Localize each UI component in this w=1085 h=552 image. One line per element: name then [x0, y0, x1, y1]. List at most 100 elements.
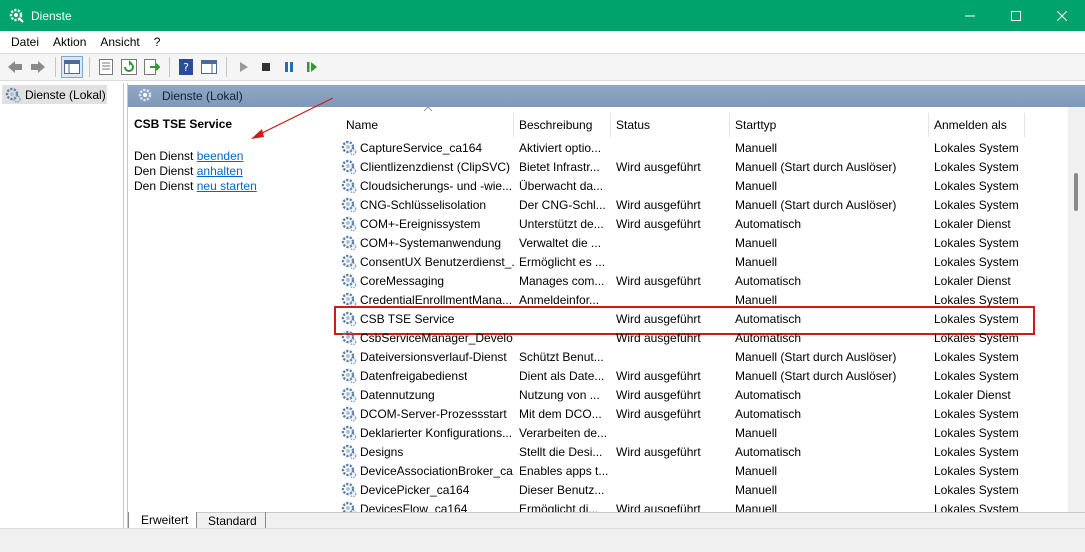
service-gear-icon: [341, 444, 357, 459]
menu-datei[interactable]: Datei: [4, 35, 46, 49]
pause-service-link[interactable]: anhalten: [197, 164, 243, 178]
start-service-button[interactable]: [232, 56, 254, 78]
table-row[interactable]: Designs Stellt die Desi... Wird ausgeführt…: [331, 442, 1085, 461]
service-logon: Lokales System: [934, 368, 1019, 383]
service-status: Wird ausgeführt: [616, 273, 701, 288]
column-header-label: Starttyp: [735, 118, 777, 132]
table-row[interactable]: CaptureService_ca164 Aktiviert optio... Ma…: [331, 138, 1085, 157]
table-row[interactable]: Clientlizenzdienst (ClipSVC) Bietet Infra…: [331, 157, 1085, 176]
service-status: Wird ausgeführt: [616, 216, 701, 231]
service-name-cell: CaptureService_ca164: [331, 140, 514, 156]
service-name: ConsentUX Benutzerdienst_...: [360, 254, 514, 269]
service-name: CNG-Schlüsselisolation: [360, 197, 487, 212]
table-row[interactable]: Datenfreigabedienst Dient als Date... Wird…: [331, 366, 1085, 385]
column-header-label: Anmelden als: [934, 118, 1007, 132]
service-starttype: Manuell: [735, 292, 778, 307]
service-name-cell: Dateiversionsverlauf-Dienst: [331, 349, 514, 365]
table-row[interactable]: ConsentUX Benutzerdienst_... Ermöglicht e…: [331, 252, 1085, 271]
service-name: DevicePicker_ca164: [360, 482, 470, 497]
service-description: Enables apps t...: [519, 463, 609, 478]
pause-service-button[interactable]: [278, 56, 300, 78]
service-logon: Lokales System: [934, 501, 1019, 513]
column-header-status[interactable]: Status: [611, 113, 730, 137]
service-name-cell: Designs: [331, 444, 514, 460]
service-logon: Lokales System: [934, 349, 1019, 364]
column-header-anmelden-als[interactable]: Anmelden als: [929, 113, 1025, 137]
menu-aktion[interactable]: Aktion: [46, 35, 93, 49]
stop-service-link[interactable]: beenden: [197, 149, 244, 163]
service-name-cell: Datenfreigabedienst: [331, 368, 514, 384]
service-description: Mit dem DCO...: [519, 406, 602, 421]
service-description: Aktiviert optio...: [519, 140, 602, 155]
vertical-scrollbar[interactable]: [1068, 107, 1085, 512]
service-logon: Lokales System: [934, 406, 1019, 421]
column-header-name[interactable]: Name: [331, 107, 514, 137]
tab-erweitert[interactable]: Erweitert: [128, 512, 198, 529]
service-description: Dieser Benutz...: [519, 482, 605, 497]
service-name-cell: CNG-Schlüsselisolation: [331, 197, 514, 213]
action-prefix: Den Dienst: [134, 164, 194, 178]
maximize-button[interactable]: [993, 0, 1039, 31]
table-row[interactable]: Dateiversionsverlauf-Dienst Schützt Benut…: [331, 347, 1085, 366]
close-button[interactable]: [1039, 0, 1085, 31]
service-status: Wird ausgeführt: [616, 387, 701, 402]
restart-service-button[interactable]: [301, 56, 323, 78]
forward-button[interactable]: [27, 56, 49, 78]
service-status: Wird ausgeführt: [616, 159, 701, 174]
title-bar: Dienste: [0, 0, 1085, 31]
service-name: Deklarierter Konfigurations...: [360, 425, 513, 440]
table-row[interactable]: COM+-Ereignissystem Unterstützt de... Wird…: [331, 214, 1085, 233]
properties-button[interactable]: [95, 56, 117, 78]
minimize-button[interactable]: [947, 0, 993, 31]
scrollbar-thumb[interactable]: [1074, 173, 1078, 211]
table-row[interactable]: COM+-Systemanwendung Verwaltet die ... Man…: [331, 233, 1085, 252]
service-name: CSB TSE Service: [360, 311, 455, 326]
column-header-starttyp[interactable]: Starttyp: [730, 113, 929, 137]
table-row[interactable]: DeviceAssociationBroker_ca... Enables app…: [331, 461, 1085, 480]
service-logon: Lokales System: [934, 235, 1019, 250]
help-button[interactable]: ?: [175, 56, 197, 78]
menu-ansicht[interactable]: Ansicht: [93, 35, 146, 49]
service-name: Designs: [360, 444, 404, 459]
stop-service-button[interactable]: [255, 56, 277, 78]
table-row[interactable]: CNG-Schlüsselisolation Der CNG-Schl... Wir…: [331, 195, 1085, 214]
refresh-button[interactable]: [118, 56, 140, 78]
table-row[interactable]: Deklarierter Konfigurations... Verarbeite…: [331, 423, 1085, 442]
table-row[interactable]: DCOM-Server-Prozessstart Mit dem DCO... Wi…: [331, 404, 1085, 423]
back-button[interactable]: [4, 56, 26, 78]
table-row[interactable]: CsbServiceManager_Develo... Wird ausgefüh…: [331, 328, 1085, 347]
restart-service-link[interactable]: neu starten: [197, 179, 257, 193]
list-header: Name Beschreibung Status Starttyp Anmeld…: [331, 107, 1085, 137]
service-name-cell: CSB TSE Service: [331, 311, 514, 327]
table-row[interactable]: Datennutzung Nutzung von ... Wird ausgefüh…: [331, 385, 1085, 404]
tab-standard[interactable]: Standard: [196, 512, 266, 529]
service-description: Verarbeiten de...: [519, 425, 608, 440]
table-row[interactable]: Cloudsicherungs- und -wie... Überwacht da…: [331, 176, 1085, 195]
service-logon: Lokales System: [934, 482, 1019, 497]
services-gear-icon: [138, 88, 152, 102]
services-rows: CaptureService_ca164 Aktiviert optio... Ma…: [331, 138, 1085, 512]
properties-icon: [99, 59, 113, 75]
tab-label: Standard: [208, 513, 257, 528]
service-name: CsbServiceManager_Develo...: [360, 330, 514, 345]
export-list-button[interactable]: [141, 56, 163, 78]
action-line-pause: Den Dienst anhalten: [134, 164, 243, 178]
table-row[interactable]: CoreMessaging Manages com... Wird ausgefüh…: [331, 271, 1085, 290]
console-tree-icon: [64, 60, 80, 74]
table-row[interactable]: DevicesFlow_ca164 Ermöglicht di... Wird au…: [331, 499, 1085, 512]
table-row[interactable]: DevicePicker_ca164 Dieser Benutz... Manuel…: [331, 480, 1085, 499]
show-action-pane-button[interactable]: [198, 56, 220, 78]
tree-item-dienste-lokal[interactable]: Dienste (Lokal): [2, 85, 107, 104]
table-row-selected[interactable]: CSB TSE Service Wird ausgeführt Automatisc…: [331, 306, 1085, 335]
menu-help[interactable]: ?: [147, 35, 168, 49]
service-gear-icon: [341, 425, 357, 440]
restart-icon: [307, 62, 317, 72]
service-description: Stellt die Desi...: [519, 444, 603, 459]
table-row[interactable]: CredentialEnrollmentMana... Anmeldeinfor.…: [331, 290, 1085, 309]
show-console-tree-button[interactable]: [61, 56, 83, 78]
service-gear-icon: [341, 406, 357, 421]
column-header-beschreibung[interactable]: Beschreibung: [514, 113, 611, 137]
service-status: Wird ausgeführt: [616, 197, 701, 212]
content-header-title: Dienste (Lokal): [162, 89, 243, 103]
service-name-cell: CredentialEnrollmentMana...: [331, 292, 514, 308]
